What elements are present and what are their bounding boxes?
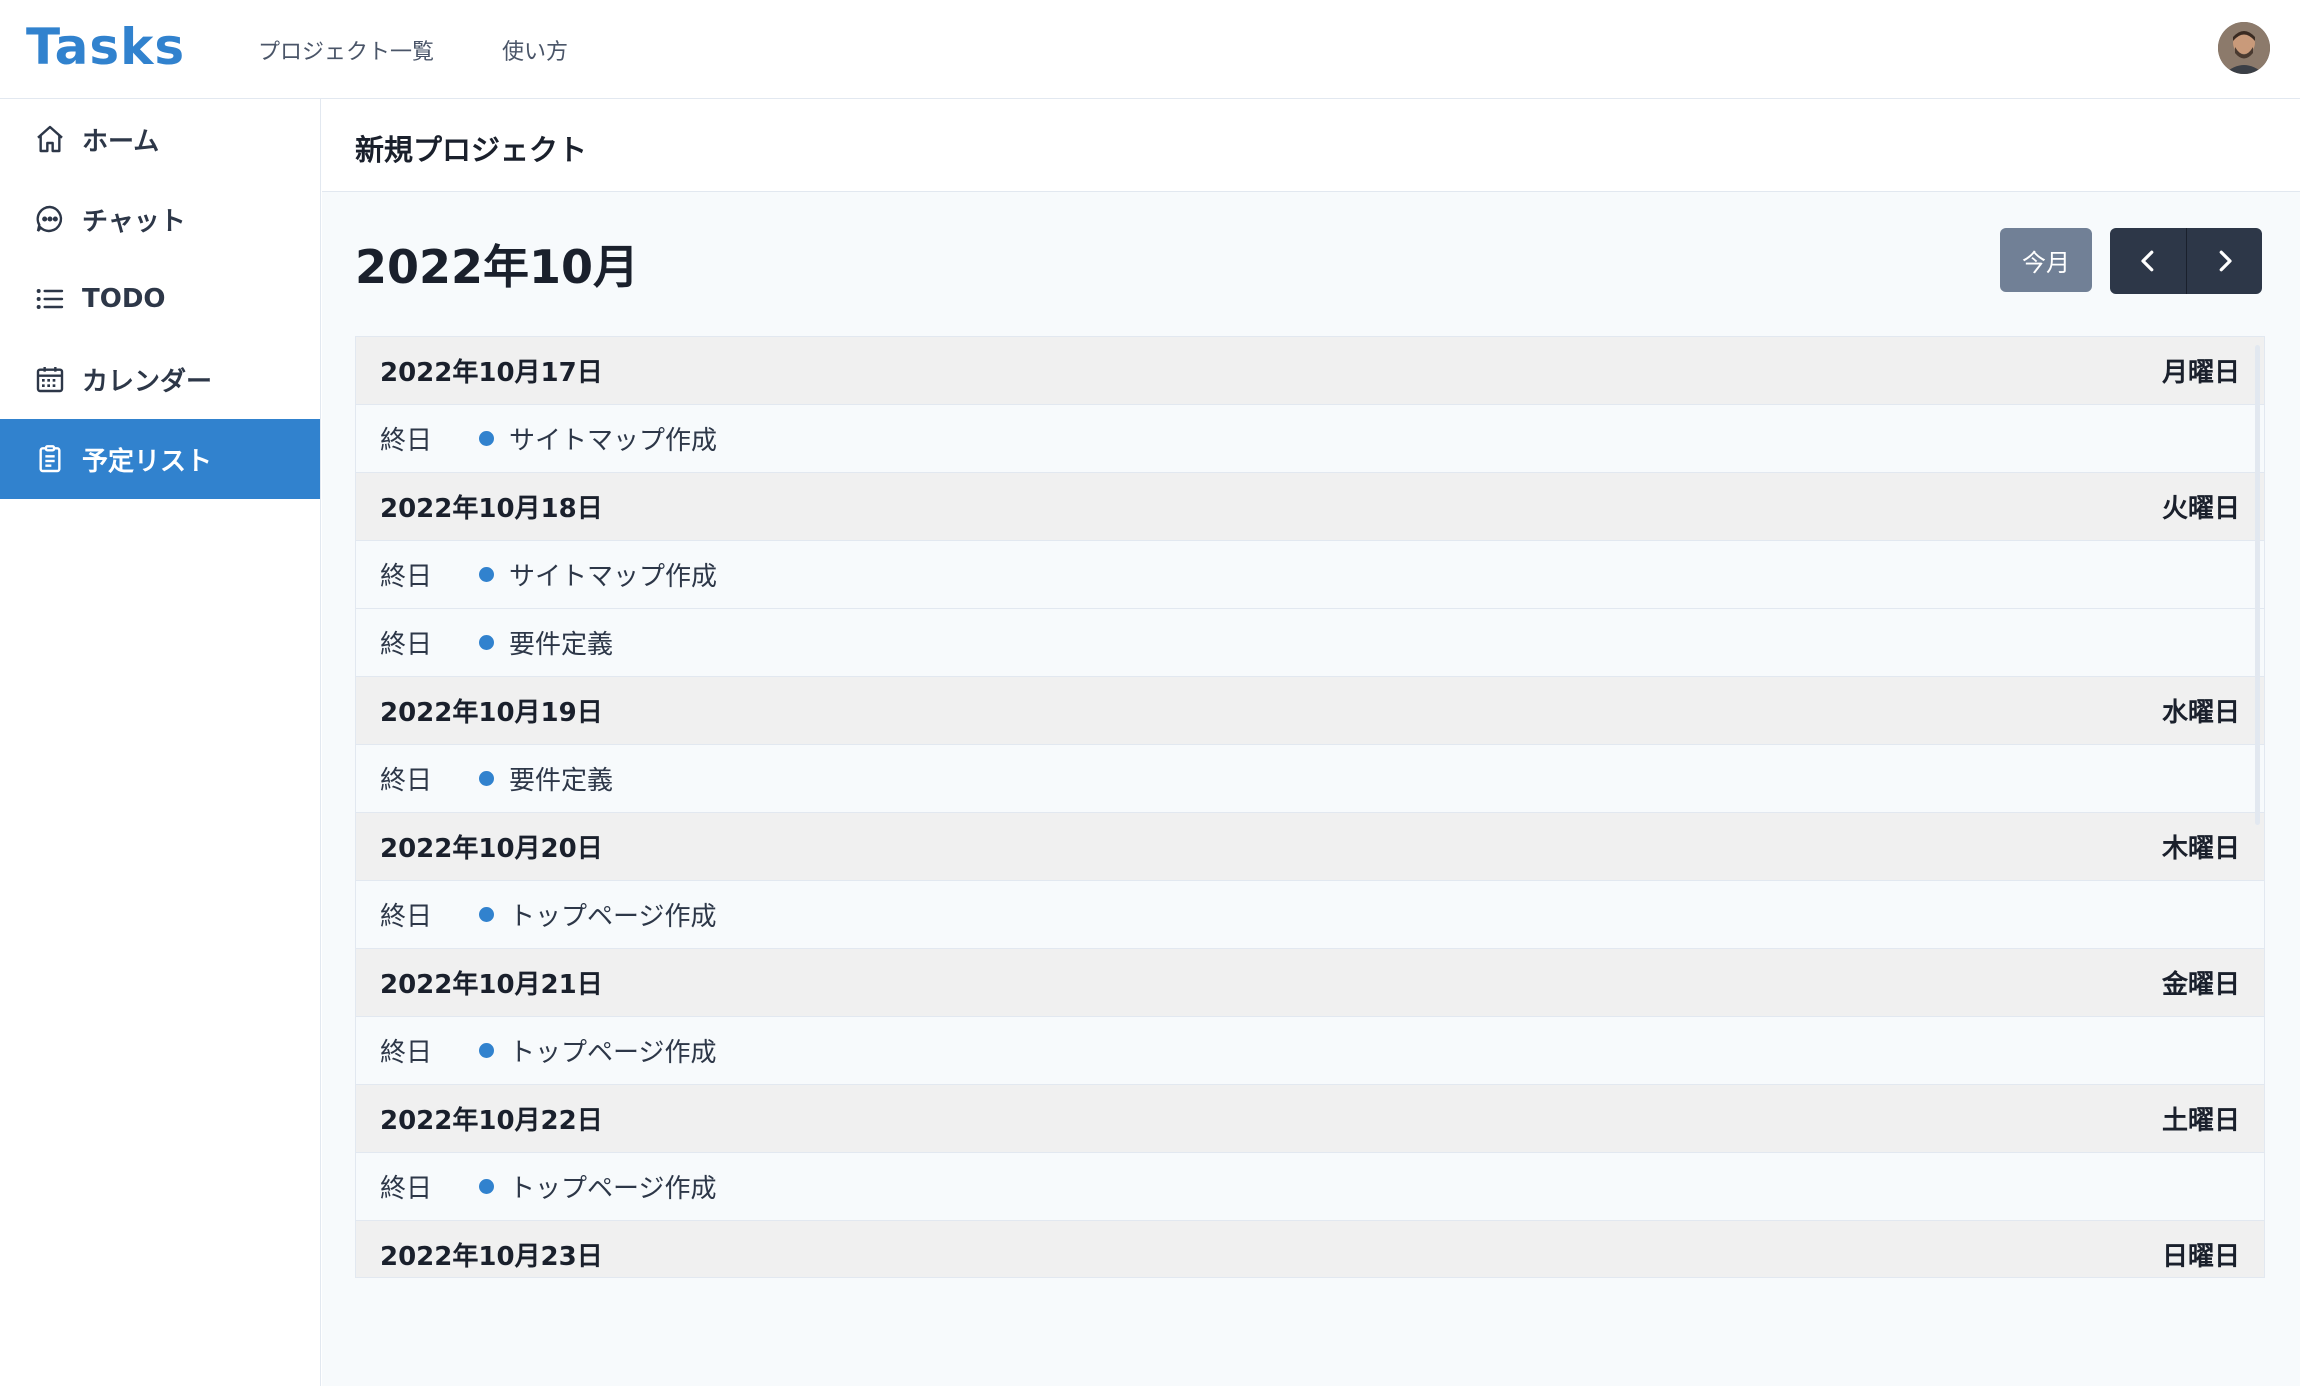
event-row[interactable]: 終日 要件定義 [356, 609, 2264, 677]
weekday-label: 日曜日 [2161, 1242, 2240, 1272]
sidebar-item-calendar[interactable]: カレンダー [0, 339, 320, 419]
nav-project-list[interactable]: プロジェクト一覧 [258, 34, 434, 66]
schedule-list[interactable]: 2022年10月17日 月曜日 終日 サイトマップ作成 2022年10月18日 … [355, 336, 2265, 1278]
event-row[interactable]: 終日 トップページ作成 [356, 1153, 2264, 1221]
sidebar-item-label: カレンダー [82, 366, 213, 397]
date-label: 2022年10月17日 [380, 358, 603, 388]
sidebar: ホーム チャット TODO カレンダー 予定リスト [0, 99, 321, 1386]
weekday-label: 土曜日 [2161, 1106, 2240, 1136]
sidebar-item-label: TODO [82, 284, 166, 314]
event-title: サイトマップ作成 [509, 562, 718, 592]
event-time: 終日 [380, 766, 433, 796]
event-time: 終日 [380, 1038, 433, 1068]
event-row[interactable]: 終日 サイトマップ作成 [356, 405, 2264, 473]
event-dot-icon [479, 1179, 494, 1194]
project-header: 新規プロジェクト [322, 99, 2300, 192]
event-time: 終日 [380, 902, 433, 932]
sidebar-item-label: 予定リスト [82, 446, 213, 477]
date-row: 2022年10月20日 木曜日 [356, 813, 2264, 881]
event-row[interactable]: 終日 サイトマップ作成 [356, 541, 2264, 609]
this-month-button[interactable]: 今月 [2000, 228, 2092, 292]
weekday-label: 月曜日 [2161, 358, 2240, 388]
list-scrollbar[interactable] [2255, 345, 2260, 825]
event-time: 終日 [380, 562, 433, 592]
event-time: 終日 [380, 1174, 433, 1204]
event-row[interactable]: 終日 トップページ作成 [356, 881, 2264, 949]
sidebar-item-schedule-list[interactable]: 予定リスト [0, 419, 320, 499]
home-icon [34, 123, 66, 155]
date-label: 2022年10月21日 [380, 970, 603, 1000]
event-row[interactable]: 終日 トップページ作成 [356, 1017, 2264, 1085]
nav-howto[interactable]: 使い方 [502, 34, 568, 66]
clipboard-icon [34, 443, 66, 475]
main-content: 新規プロジェクト 2022年10月 今月 2022年10月17日 月曜日 終日 … [322, 99, 2300, 1386]
event-dot-icon [479, 771, 494, 786]
date-label: 2022年10月20日 [380, 834, 603, 864]
event-title: トップページ作成 [509, 1038, 717, 1068]
weekday-label: 金曜日 [2161, 970, 2240, 1000]
event-dot-icon [479, 907, 494, 922]
app-logo[interactable]: Tasks [26, 18, 185, 76]
date-label: 2022年10月23日 [380, 1242, 603, 1272]
avatar-image [2218, 22, 2270, 74]
sidebar-item-label: チャット [82, 206, 186, 237]
top-header: Tasks プロジェクト一覧 使い方 [0, 0, 2300, 99]
date-label: 2022年10月18日 [380, 494, 603, 524]
event-row[interactable]: 終日 要件定義 [356, 745, 2264, 813]
event-title: サイトマップ作成 [509, 426, 718, 456]
date-label: 2022年10月22日 [380, 1106, 603, 1136]
project-title: 新規プロジェクト [355, 133, 588, 167]
sidebar-item-chat[interactable]: チャット [0, 179, 320, 259]
event-dot-icon [479, 635, 494, 650]
date-row: 2022年10月22日 土曜日 [356, 1085, 2264, 1153]
next-month-button[interactable] [2186, 228, 2262, 294]
weekday-label: 火曜日 [2161, 494, 2240, 524]
date-row: 2022年10月17日 月曜日 [356, 337, 2264, 405]
event-title: 要件定義 [509, 630, 614, 660]
event-title: トップページ作成 [509, 902, 717, 932]
event-time: 終日 [380, 630, 433, 660]
date-label: 2022年10月19日 [380, 698, 603, 728]
date-row: 2022年10月18日 火曜日 [356, 473, 2264, 541]
event-title: トップページ作成 [509, 1174, 717, 1204]
date-row: 2022年10月23日 日曜日 [356, 1221, 2264, 1277]
sidebar-item-home[interactable]: ホーム [0, 99, 320, 179]
event-dot-icon [479, 431, 494, 446]
chevron-right-icon [2219, 250, 2232, 272]
list-icon [34, 283, 66, 315]
event-dot-icon [479, 1043, 494, 1058]
sidebar-item-todo[interactable]: TODO [0, 259, 320, 339]
weekday-label: 水曜日 [2161, 698, 2240, 728]
weekday-label: 木曜日 [2161, 834, 2240, 864]
event-time: 終日 [380, 426, 433, 456]
month-title: 2022年10月 [355, 240, 640, 294]
event-title: 要件定義 [509, 766, 614, 796]
chevron-left-icon [2141, 250, 2154, 272]
date-row: 2022年10月21日 金曜日 [356, 949, 2264, 1017]
user-avatar[interactable] [2218, 22, 2270, 74]
prev-month-button[interactable] [2110, 228, 2186, 294]
date-row: 2022年10月19日 水曜日 [356, 677, 2264, 745]
sidebar-item-label: ホーム [82, 126, 160, 157]
calendar-icon [34, 363, 66, 395]
event-dot-icon [479, 567, 494, 582]
chat-icon [34, 203, 66, 235]
